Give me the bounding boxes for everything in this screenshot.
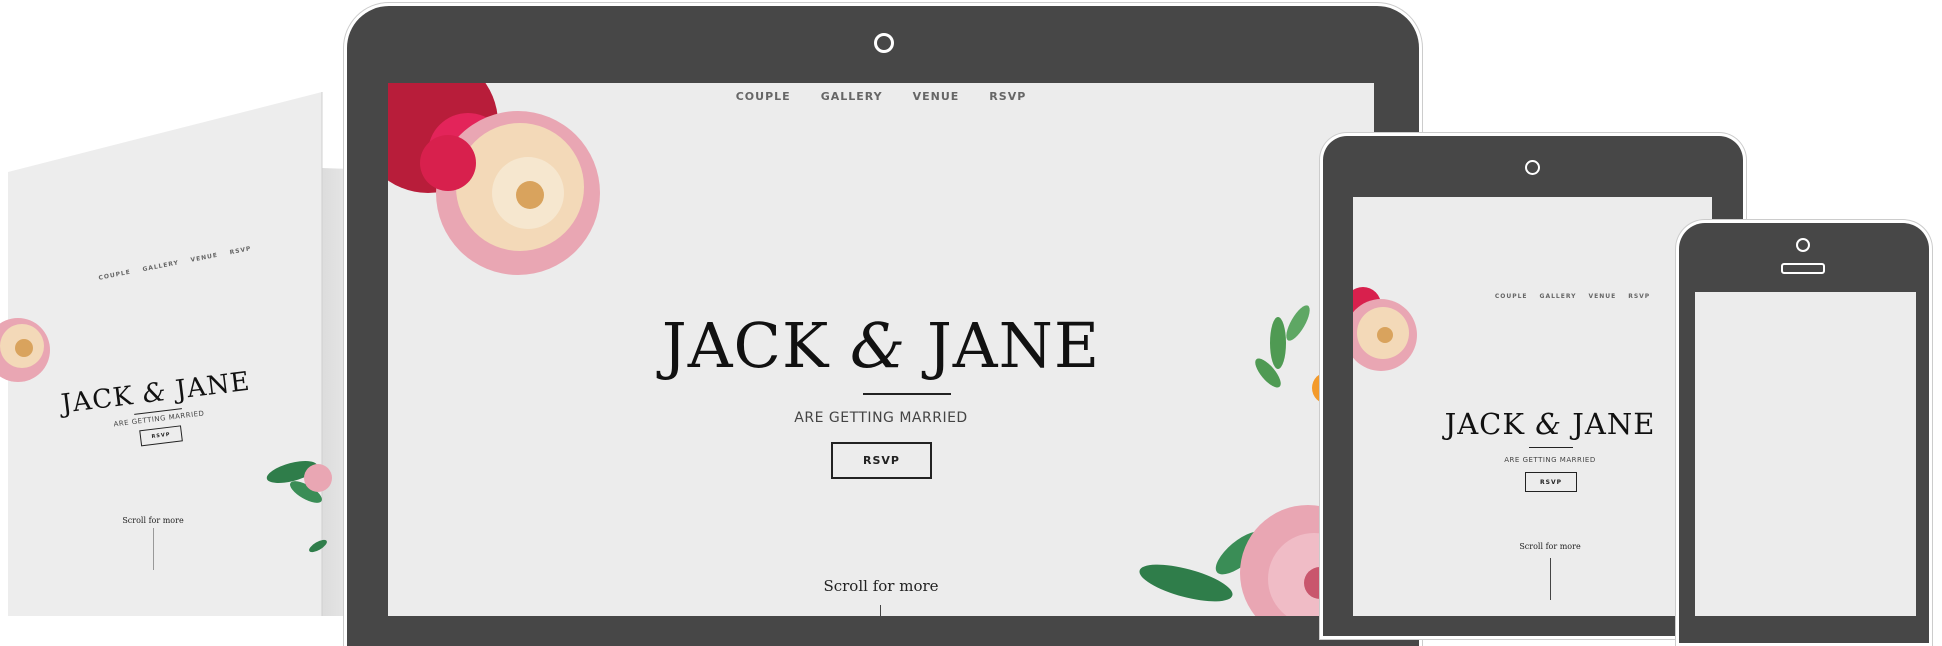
tablet-nav: COUPLE GALLERY VENUE RSVP	[1393, 293, 1712, 300]
scroll-line	[880, 605, 881, 616]
tablet-hero-rule	[1529, 447, 1573, 448]
nav-rsvp[interactable]: RSVP	[1628, 293, 1650, 300]
hero-title: JACK & JANE	[638, 315, 1124, 377]
tablet-scroll-hint: Scroll for more	[1519, 542, 1581, 551]
brochure-scroll-hint: Scroll for more	[122, 516, 184, 525]
rsvp-button[interactable]: RSVP	[831, 442, 932, 479]
tablet-subtitle: ARE GETTING MARRIED	[1504, 456, 1596, 464]
flower-decoration	[1353, 287, 1417, 371]
tablet-screen: COUPLE GALLERY VENUE RSVP JACK & JANE AR…	[1353, 197, 1712, 616]
title-left: JACK	[661, 309, 830, 382]
title-right: JANE	[926, 309, 1101, 382]
nav-rsvp[interactable]: RSVP	[989, 90, 1026, 103]
hero-rule	[863, 393, 951, 395]
laptop-screen: COUPLE GALLERY VENUE RSVP JACK & JANE AR…	[388, 83, 1374, 616]
leaf-decoration	[1139, 305, 1348, 616]
tablet-scroll-line	[1550, 558, 1551, 600]
nav-gallery[interactable]: GALLERY	[1540, 293, 1577, 300]
camera-icon	[1525, 160, 1540, 175]
hero-subtitle: ARE GETTING MARRIED	[794, 410, 968, 426]
nav-gallery[interactable]: GALLERY	[821, 90, 883, 103]
nav-venue[interactable]: VENUE	[1588, 293, 1616, 300]
site-nav: COUPLE GALLERY VENUE RSVP	[388, 90, 1374, 103]
phone-screen	[1695, 292, 1916, 616]
scroll-hint: Scroll for more	[823, 577, 939, 595]
camera-icon	[874, 33, 894, 53]
tablet-hero-title: JACK & JANE	[1444, 407, 1656, 441]
nav-couple[interactable]: COUPLE	[736, 90, 791, 103]
nav-couple[interactable]: COUPLE	[1495, 293, 1528, 300]
title-ampersand: &	[850, 309, 907, 382]
speaker-icon	[1781, 263, 1825, 274]
flower-decoration	[388, 83, 600, 275]
brochure-scroll-line	[153, 528, 154, 570]
camera-icon	[1796, 238, 1810, 252]
tablet-rsvp-button[interactable]: RSVP	[1525, 472, 1577, 492]
nav-venue[interactable]: VENUE	[913, 90, 960, 103]
